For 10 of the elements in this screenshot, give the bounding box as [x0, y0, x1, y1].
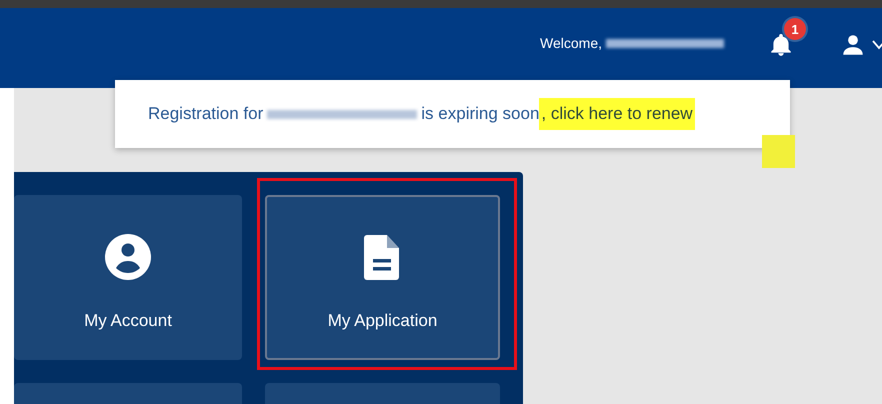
welcome-text: Welcome,	[540, 35, 602, 51]
renew-link[interactable]: , click here to renew	[539, 98, 695, 130]
account-icon	[104, 232, 152, 280]
menu-tile[interactable]: My Application	[265, 195, 500, 360]
notification-text: is expiring soon	[421, 104, 540, 124]
notification-badge: 1	[784, 18, 806, 40]
menu-tile[interactable]: My Account	[14, 195, 242, 360]
highlight-marker	[762, 135, 795, 168]
notification-text: Registration for	[148, 104, 264, 124]
caret-icon	[872, 40, 882, 50]
